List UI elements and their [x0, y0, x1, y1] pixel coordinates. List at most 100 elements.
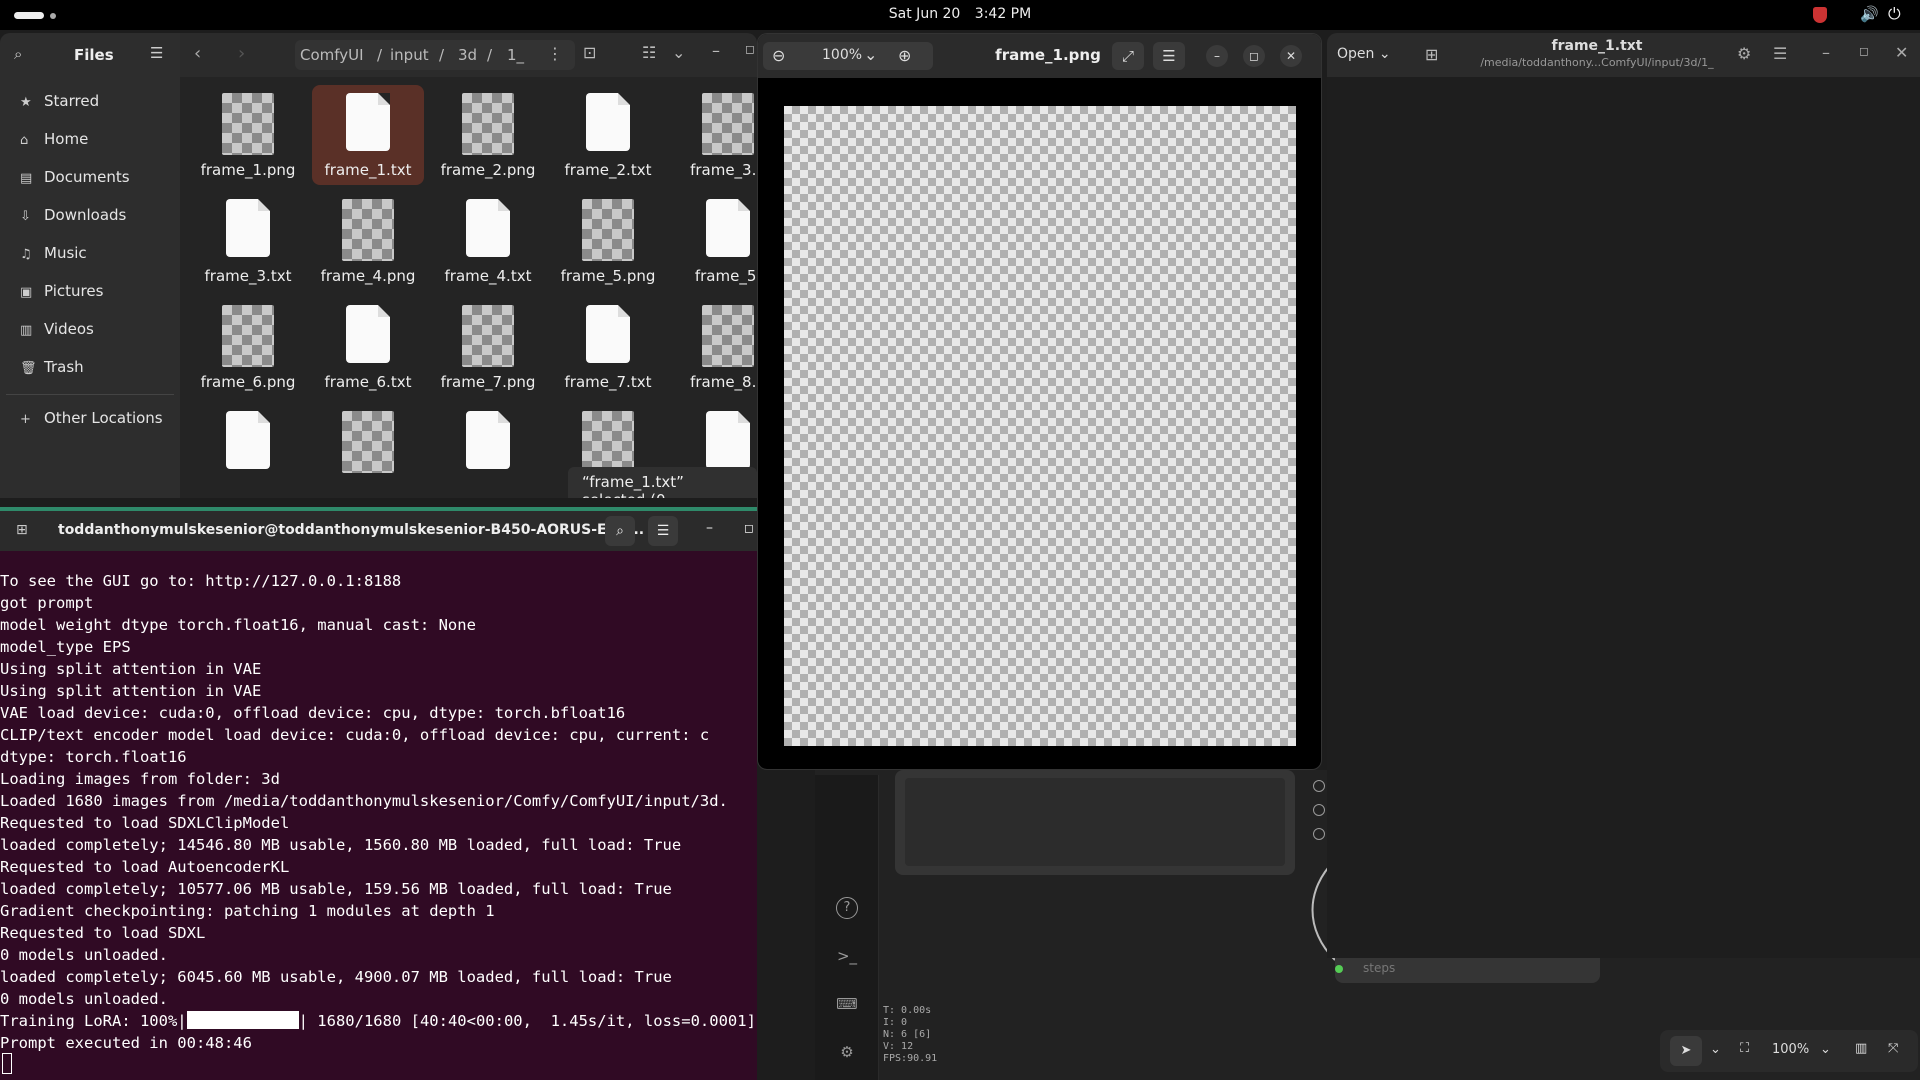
zoom-chevron-icon[interactable]: ⌄: [1820, 1042, 1831, 1057]
time-label: 3:42 PM: [974, 6, 1032, 22]
stat-line: FPS:90.91: [883, 1053, 938, 1064]
fullscreen-icon[interactable]: ⤢: [1112, 42, 1144, 70]
menu-icon[interactable]: ☰: [150, 44, 163, 62]
sidebar-item-starred[interactable]: ★ Starred: [20, 92, 99, 110]
image-file-icon: [222, 93, 274, 155]
view-options-chevron-icon[interactable]: ⌄: [672, 43, 685, 62]
sidebar-item-music[interactable]: ♫ Music: [20, 244, 87, 262]
music-icon: ♫: [20, 247, 32, 262]
settings-gear-icon[interactable]: ⚙: [836, 1041, 858, 1063]
settings-gear-icon[interactable]: ⚙: [1737, 44, 1751, 63]
file-item[interactable]: frame_3.p: [672, 85, 757, 185]
file-item[interactable]: frame_8.p: [672, 297, 757, 397]
trash-icon: 🗑: [20, 361, 37, 376]
file-item[interactable]: frame_6.png: [192, 297, 304, 397]
plus-icon: +: [20, 412, 31, 427]
chevron-down-icon[interactable]: ⌄: [1710, 1042, 1721, 1057]
image-canvas[interactable]: [784, 106, 1296, 746]
new-tab-icon[interactable]: ⊞: [16, 522, 28, 538]
file-item[interactable]: frame_4.png: [312, 191, 424, 291]
close-icon[interactable]: ✕: [1280, 45, 1302, 67]
file-item[interactable]: frame_5.png: [552, 191, 664, 291]
select-pointer-icon[interactable]: ➤: [1670, 1036, 1702, 1066]
breadcrumb-input[interactable]: input: [390, 46, 429, 64]
help-icon[interactable]: ?: [836, 897, 858, 919]
menu-icon[interactable]: ☰: [1153, 42, 1185, 70]
menu-icon[interactable]: ☰: [648, 516, 678, 546]
file-item[interactable]: frame_1.txt: [312, 85, 424, 185]
open-button[interactable]: Open ⌄: [1337, 46, 1391, 62]
minimize-icon[interactable]: –: [1206, 45, 1228, 67]
breadcrumb-comfyui[interactable]: ComfyUI: [300, 46, 364, 64]
new-document-icon[interactable]: ⊞: [1425, 45, 1438, 64]
file-item[interactable]: frame_7.png: [432, 297, 544, 397]
minimize-icon[interactable]: –: [1822, 43, 1830, 62]
new-folder-icon[interactable]: ⊡: [583, 43, 596, 62]
file-item[interactable]: frame_6.txt: [312, 297, 424, 397]
file-item[interactable]: frame_3.txt: [192, 191, 304, 291]
minimap-icon[interactable]: ▥: [1855, 1041, 1867, 1056]
menu-icon[interactable]: ☰: [1773, 44, 1787, 63]
zoom-level[interactable]: 100%: [822, 47, 862, 63]
sidebar-item-other-locations[interactable]: + Other Locations: [20, 409, 163, 427]
zoom-level[interactable]: 100%: [1772, 1042, 1809, 1057]
back-icon[interactable]: ‹: [194, 43, 201, 64]
zoom-chevron-icon[interactable]: ⌄: [864, 45, 877, 64]
minimize-icon[interactable]: –: [712, 41, 720, 60]
view-list-icon[interactable]: ☷: [642, 43, 656, 62]
file-grid: frame_1.png frame_1.txt frame_2.png frame_2…: [180, 77, 757, 498]
file-item[interactable]: frame_1.png: [192, 85, 304, 185]
file-name: frame_7.png: [440, 373, 536, 391]
power-icon[interactable]: ⏻: [1888, 4, 1901, 24]
breadcrumb-3d[interactable]: 3d: [458, 46, 477, 64]
file-item[interactable]: [192, 403, 304, 498]
files-sidebar: ⌕ Files ☰ ★ Starred ⌂ Home ▤ Documents ⇩ Dow…: [0, 33, 180, 498]
minimize-icon[interactable]: –: [706, 520, 713, 536]
zoom-out-icon[interactable]: ⊖: [772, 46, 785, 65]
file-name: frame_2.png: [440, 161, 536, 179]
maximize-icon[interactable]: ◻: [744, 521, 754, 535]
search-icon[interactable]: ⌕: [605, 516, 635, 546]
file-item[interactable]: frame_7.txt: [552, 297, 664, 397]
terminal-line: Prompt executed in 00:48:46: [0, 1034, 252, 1052]
sidebar-item-videos[interactable]: ▥ Videos: [20, 320, 94, 338]
breadcrumb-current[interactable]: 1_: [507, 46, 524, 64]
volume-icon[interactable]: 🔊: [1860, 5, 1879, 23]
sidebar-item-home[interactable]: ⌂ Home: [20, 130, 88, 148]
editor-path: /media/toddanthony...ComfyUI/input/3d/1_: [1480, 56, 1714, 69]
forward-icon[interactable]: ›: [238, 43, 245, 64]
terminal-line: Requested to load AutoencoderKL: [0, 858, 290, 876]
image-file-icon: [342, 411, 394, 473]
maximize-icon[interactable]: ◻: [1859, 44, 1869, 58]
file-item[interactable]: frame_2.txt: [552, 85, 664, 185]
path-options-icon[interactable]: ⋮: [547, 44, 563, 63]
fit-view-icon[interactable]: ⛶: [1740, 1041, 1749, 1056]
file-item[interactable]: frame_2.png: [432, 85, 544, 185]
sidebar-item-downloads[interactable]: ⇩ Downloads: [20, 206, 126, 224]
file-item[interactable]: [432, 403, 544, 498]
maximize-icon[interactable]: ◻: [745, 42, 755, 56]
terminal-line: CLIP/text encoder model load device: cud…: [0, 726, 710, 744]
text-file-icon: [346, 305, 390, 363]
file-item[interactable]: [312, 403, 424, 498]
sidebar-item-documents[interactable]: ▤ Documents: [20, 168, 130, 186]
sidebar-item-pictures[interactable]: ▣ Pictures: [20, 282, 103, 300]
editor-text-area[interactable]: [1327, 77, 1920, 958]
steps-widget[interactable]: steps: [1335, 955, 1600, 983]
sidebar-item-trash[interactable]: 🗑 Trash: [20, 358, 84, 376]
file-item[interactable]: frame_5.: [672, 191, 757, 291]
search-icon[interactable]: ⌕: [14, 45, 22, 63]
shield-icon[interactable]: [1813, 7, 1827, 23]
zoom-in-icon[interactable]: ⊕: [898, 46, 911, 65]
close-icon[interactable]: ✕: [1895, 43, 1908, 62]
clock[interactable]: Sat Jun 20 3:42 PM: [0, 6, 1920, 22]
maximize-icon[interactable]: ◻: [1243, 45, 1265, 67]
file-item[interactable]: frame_4.txt: [432, 191, 544, 291]
keyboard-icon[interactable]: ⌨: [836, 993, 858, 1015]
console-icon[interactable]: >_: [836, 945, 858, 967]
terminal-line: VAE load device: cuda:0, offload device:…: [0, 704, 626, 722]
comfy-node-body: [905, 778, 1285, 866]
files-window: ⌕ Files ☰ ★ Starred ⌂ Home ▤ Documents ⇩ Dow…: [0, 33, 757, 498]
link-toggle-icon[interactable]: ⤧: [1888, 1041, 1898, 1056]
terminal-output[interactable]: To see the GUI go to: http://127.0.0.1:8…: [0, 570, 757, 1054]
